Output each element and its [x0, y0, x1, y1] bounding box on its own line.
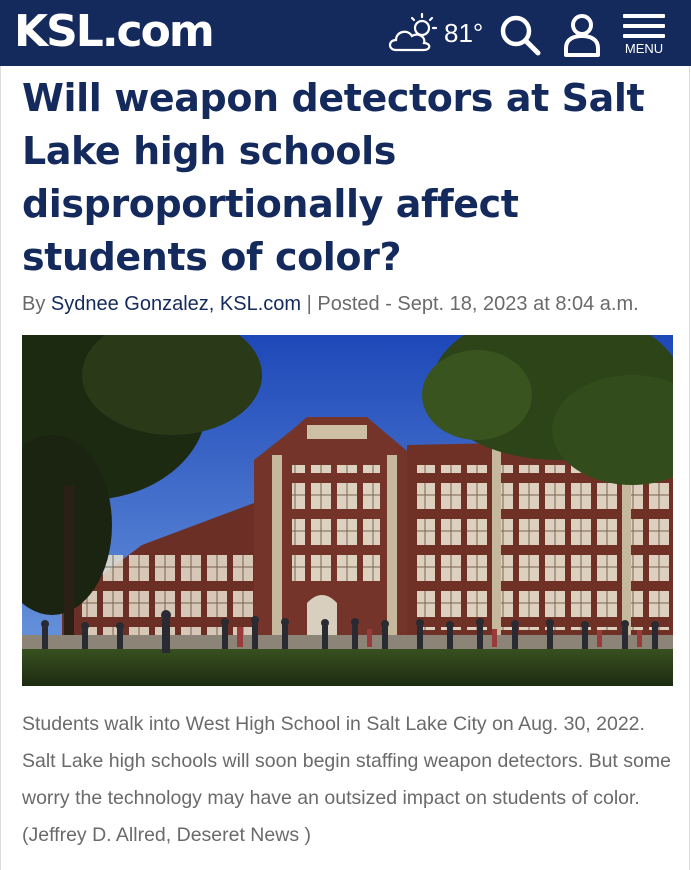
temperature-readout[interactable]: 81° [444, 18, 483, 48]
article-headline: Will weapon detectors at Salt Lake high … [22, 76, 645, 279]
photo-caption: Students walk into West High School in S… [22, 713, 671, 846]
posted-date: Posted - Sept. 18, 2023 at 8:04 a.m. [317, 293, 639, 315]
menu-label: MENU [624, 41, 664, 56]
article-photo[interactable] [22, 335, 673, 686]
partly-cloudy-icon[interactable] [386, 12, 442, 56]
byline-prefix: By [22, 293, 46, 315]
page-border-right [689, 66, 690, 870]
page-border-left [0, 66, 1, 870]
user-icon [564, 14, 600, 57]
menu-button[interactable]: MENU [620, 12, 668, 58]
author-link[interactable]: Sydnee Gonzalez, KSL.com [51, 293, 301, 315]
site-header: KSL.com 81° MENU [0, 0, 691, 66]
search-button[interactable] [498, 13, 544, 57]
search-icon [500, 15, 541, 56]
byline-separator: | [306, 293, 312, 315]
ksl-logo[interactable]: KSL.com [14, 6, 215, 58]
article-byline: By Sydnee Gonzalez, KSL.com | Posted - S… [22, 290, 682, 318]
account-button[interactable] [561, 12, 603, 58]
